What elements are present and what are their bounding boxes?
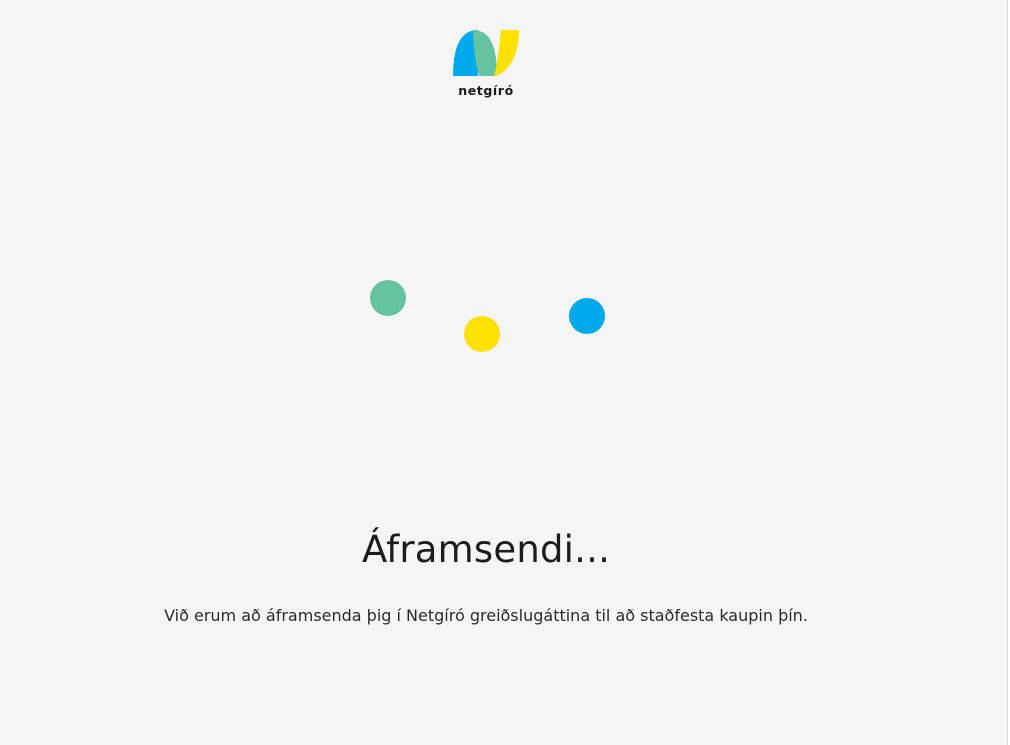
redirect-title: Áframsendi... — [361, 528, 611, 571]
loader-dot-green — [370, 280, 406, 316]
redirect-page: netgíró Áframsendi... Við erum að áframs… — [0, 0, 1008, 745]
redirect-message: Við erum að áframsenda þig í Netgíró gre… — [164, 606, 808, 625]
netgiro-logo: netgíró — [449, 28, 523, 104]
logo-yellow-leaf — [494, 30, 519, 76]
logo-wordmark: netgíró — [458, 83, 514, 98]
netgiro-logo-icon — [453, 30, 519, 76]
loader-dot-yellow — [464, 316, 500, 352]
loader-dot-blue — [569, 298, 605, 334]
